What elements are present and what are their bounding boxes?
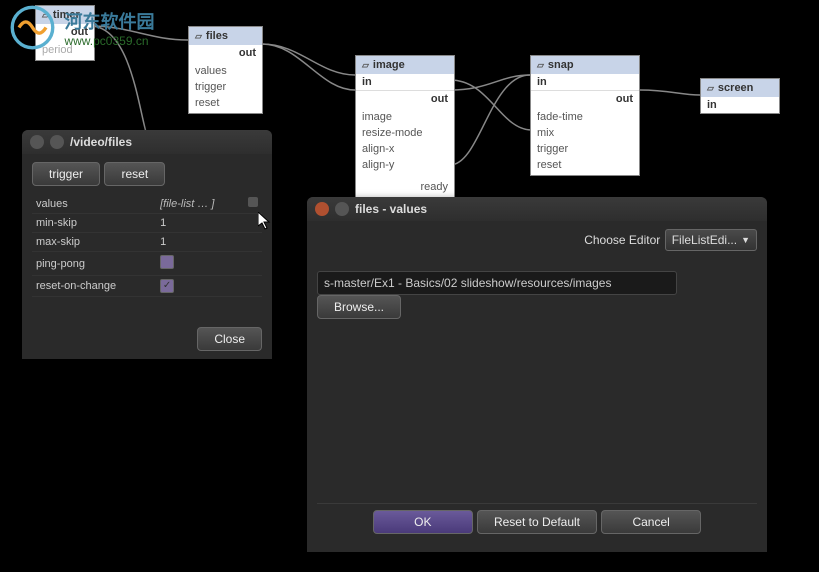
port-resize-mode[interactable]: resize-mode [356, 125, 454, 141]
port-trigger[interactable]: trigger [531, 141, 639, 157]
values-dialog[interactable]: files - values Choose Editor FileListEdi… [307, 197, 767, 552]
close-button[interactable]: Close [197, 327, 262, 351]
node-screen-header[interactable]: ▱ screen [701, 79, 779, 97]
choose-editor-label: Choose Editor [584, 233, 660, 247]
table-row: values[file-list … ] [32, 194, 262, 214]
chevron-down-icon: ▼ [741, 235, 750, 245]
node-files[interactable]: ▱ files out values trigger reset [188, 26, 263, 114]
edit-icon[interactable] [248, 197, 258, 207]
port-image[interactable]: image [356, 109, 454, 125]
port-trigger[interactable]: trigger [189, 79, 262, 95]
node-timer[interactable]: ▱ timer out period [35, 5, 95, 61]
port-period[interactable]: period [36, 42, 94, 58]
node-snap-header[interactable]: ▱ snap [531, 56, 639, 74]
port-reset[interactable]: reset [189, 95, 262, 111]
properties-table: values[file-list … ] min-skip1 max-skip1… [32, 194, 262, 297]
editor-combo[interactable]: FileListEdi... ▼ [665, 229, 757, 251]
node-title: snap [548, 59, 574, 71]
port-align-x[interactable]: align-x [356, 141, 454, 157]
node-title: files [206, 30, 228, 42]
port-in-label: in [707, 99, 717, 111]
node-image-header[interactable]: ▱ image [356, 56, 454, 74]
port-in-label: in [537, 76, 547, 88]
dialog-title: files - values [355, 202, 427, 216]
values-dialog-titlebar[interactable]: files - values [307, 197, 767, 221]
collapse-icon: ▱ [707, 83, 714, 94]
reset-on-change-checkbox[interactable] [160, 279, 174, 293]
port-out-label: out [239, 47, 256, 59]
collapse-icon: ▱ [195, 31, 202, 42]
reset-button[interactable]: reset [104, 162, 165, 186]
node-timer-header[interactable]: ▱ timer [36, 6, 94, 24]
node-image[interactable]: ▱ image in out image resize-mode align-x… [355, 55, 455, 214]
dialog-title: /video/files [70, 135, 132, 149]
port-reset[interactable]: reset [531, 157, 639, 173]
port-out-label: out [71, 26, 88, 38]
properties-dialog[interactable]: /video/files trigger reset values[file-l… [22, 130, 272, 359]
node-title: timer [53, 9, 80, 21]
node-files-header[interactable]: ▱ files [189, 27, 262, 45]
node-title: image [373, 59, 405, 71]
port-fade-time[interactable]: fade-time [531, 109, 639, 125]
properties-dialog-titlebar[interactable]: /video/files [22, 130, 272, 154]
browse-button[interactable]: Browse... [317, 295, 401, 319]
reset-default-button[interactable]: Reset to Default [477, 510, 597, 534]
port-values[interactable]: values [189, 63, 262, 79]
collapse-icon: ▱ [537, 60, 544, 71]
cancel-button[interactable]: Cancel [601, 510, 700, 534]
node-snap[interactable]: ▱ snap in out fade-time mix trigger rese… [530, 55, 640, 176]
node-screen[interactable]: ▱ screen in [700, 78, 780, 114]
port-out-label: out [431, 93, 448, 105]
close-icon[interactable] [30, 135, 44, 149]
trigger-button[interactable]: trigger [32, 162, 100, 186]
minimize-icon[interactable] [50, 135, 64, 149]
port-mix[interactable]: mix [531, 125, 639, 141]
ok-button[interactable]: OK [373, 510, 472, 534]
ping-pong-checkbox[interactable] [160, 255, 174, 269]
port-ready[interactable]: ready [356, 179, 454, 195]
port-out-label: out [616, 93, 633, 105]
collapse-icon: ▱ [362, 60, 369, 71]
collapse-icon: ▱ [42, 10, 49, 21]
table-row: min-skip1 [32, 214, 262, 233]
path-input[interactable]: s-master/Ex1 - Basics/02 slideshow/resou… [317, 271, 677, 295]
close-icon[interactable] [315, 202, 329, 216]
node-title: screen [718, 82, 753, 94]
port-in-label: in [362, 76, 372, 88]
port-align-y[interactable]: align-y [356, 157, 454, 173]
minimize-icon[interactable] [335, 202, 349, 216]
table-row: reset-on-change [32, 276, 262, 297]
table-row: max-skip1 [32, 233, 262, 252]
table-row: ping-pong [32, 252, 262, 276]
